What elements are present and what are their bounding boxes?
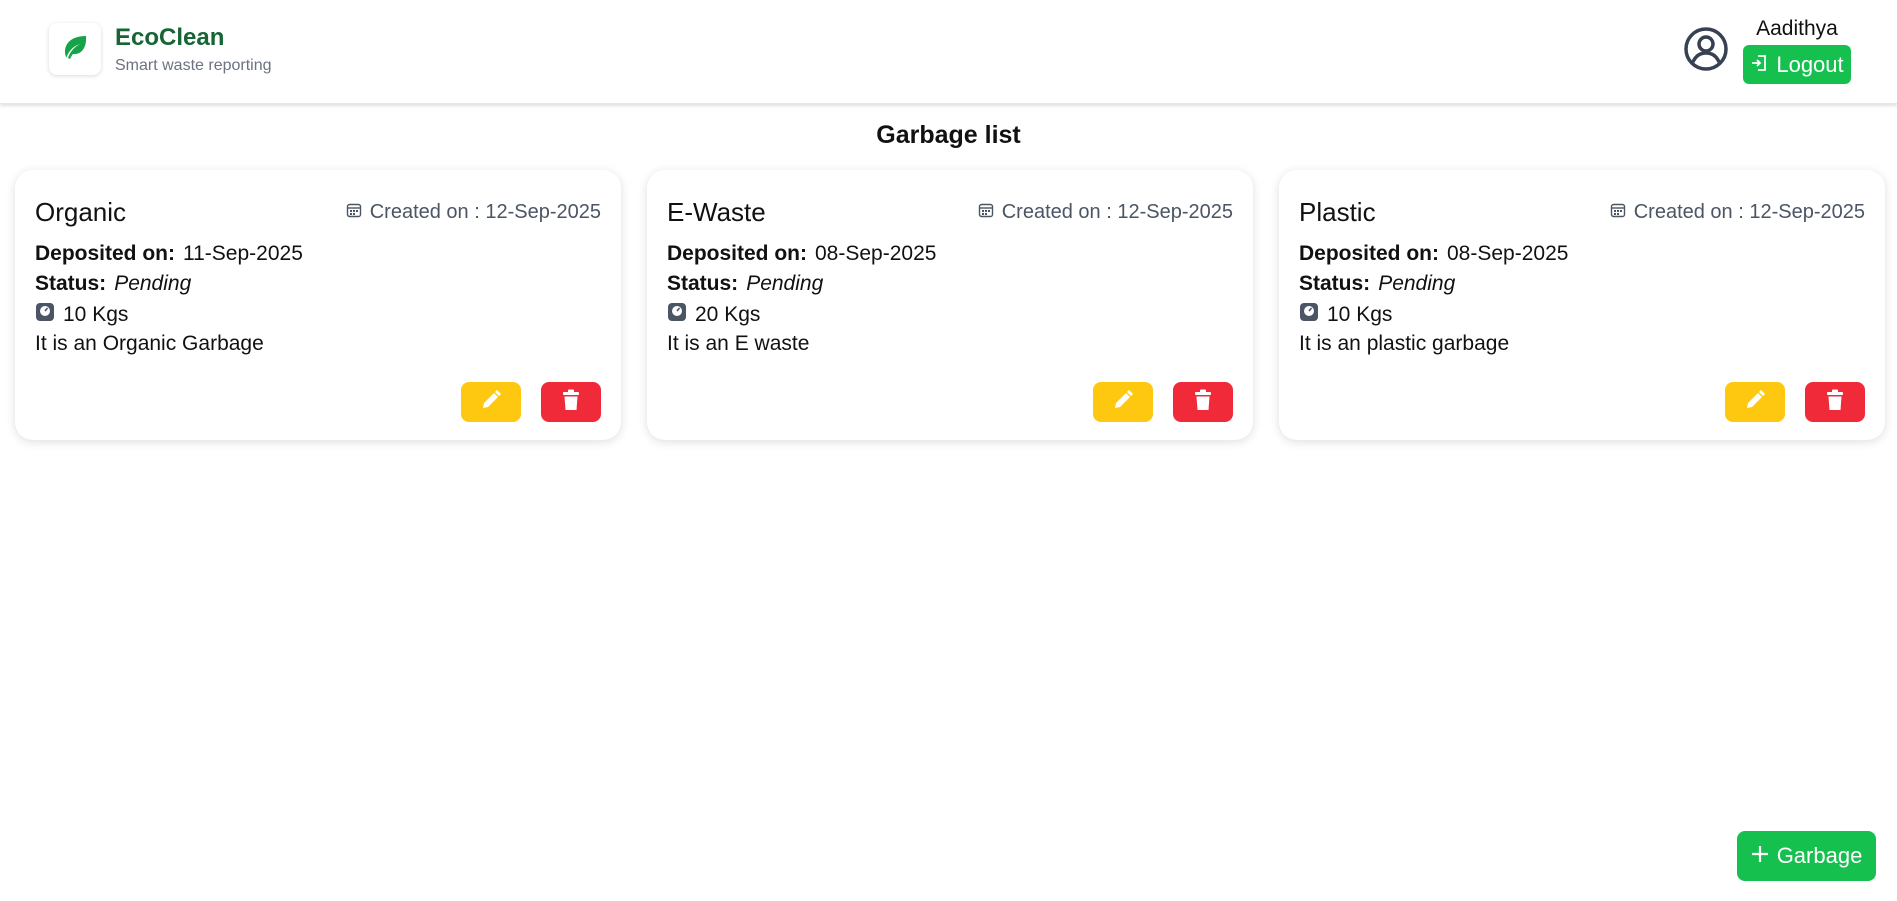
weight-scale-icon [667,302,687,328]
weight-scale-icon [35,302,55,328]
brand-tagline: Smart waste reporting [115,57,272,74]
card-description: It is an plastic garbage [1299,332,1510,355]
deposited-row: Deposited on: 08-Sep-2025 [1299,242,1569,265]
delete-button[interactable] [541,382,601,422]
garbage-card: Plastic Created on : 12-Sep-2025 Deposit… [1279,170,1885,440]
weight-row: 10 Kgs [35,302,128,328]
status-row: Status: Pending [35,272,192,295]
calendar-icon [1610,201,1626,224]
add-garbage-button[interactable]: Garbage [1737,831,1876,881]
brand-logo [49,23,101,75]
user-name: Aadithya [1756,17,1838,40]
status-row: Status: Pending [667,272,824,295]
pencil-icon [1112,389,1134,416]
weight-row: 10 Kgs [1299,302,1392,328]
deposited-row: Deposited on: 11-Sep-2025 [35,242,303,265]
leaf-icon [59,31,91,68]
garbage-card: E-Waste Created on : 12-Sep-2025 Deposit… [647,170,1253,440]
card-title: Plastic [1299,197,1376,227]
weight-value: 20 Kgs [695,303,761,326]
delete-button[interactable] [1805,382,1865,422]
card-title: Organic [35,197,127,227]
deposited-date: 08-Sep-2025 [815,242,937,265]
trash-icon [561,389,581,416]
weight-scale-icon [1299,302,1319,328]
status-value: Pending [114,272,192,295]
deposited-row: Deposited on: 08-Sep-2025 [667,242,937,265]
weight-value: 10 Kgs [63,303,129,326]
deposited-date: 11-Sep-2025 [183,242,303,265]
card-description: It is an E waste [667,332,810,355]
calendar-icon [978,201,994,224]
user-circle-icon[interactable] [1683,26,1729,72]
status-value: Pending [1378,272,1456,295]
pencil-icon [1744,389,1766,416]
deposited-date: 08-Sep-2025 [1447,242,1569,265]
weight-row: 20 Kgs [667,302,760,328]
weight-value: 10 Kgs [1327,303,1393,326]
brand-name: EcoClean [115,24,225,51]
status-value: Pending [746,272,824,295]
created-date: Created on : 12-Sep-2025 [978,201,1233,224]
delete-button[interactable] [1173,382,1233,422]
logout-label: Logout [1776,51,1844,77]
status-row: Status: Pending [1299,272,1456,295]
calendar-icon [346,201,362,224]
edit-button[interactable] [1725,382,1785,422]
created-date: Created on : 12-Sep-2025 [346,201,601,224]
trash-icon [1193,389,1213,416]
add-garbage-label: Garbage [1776,843,1863,868]
garbage-card: Organic Created on : 12-Sep-2025 Deposit… [15,170,621,440]
pencil-icon [480,389,502,416]
logout-icon [1750,52,1768,78]
edit-button[interactable] [1093,382,1153,422]
card-title: E-Waste [667,197,766,227]
card-description: It is an Organic Garbage [35,332,264,355]
page-title: Garbage list [876,121,1021,149]
logout-button[interactable]: Logout [1743,45,1851,84]
created-date: Created on : 12-Sep-2025 [1610,201,1865,224]
app-header: EcoClean Smart waste reporting Aadithya … [0,0,1897,104]
edit-button[interactable] [461,382,521,422]
plus-icon [1751,843,1769,869]
trash-icon [1825,389,1845,416]
